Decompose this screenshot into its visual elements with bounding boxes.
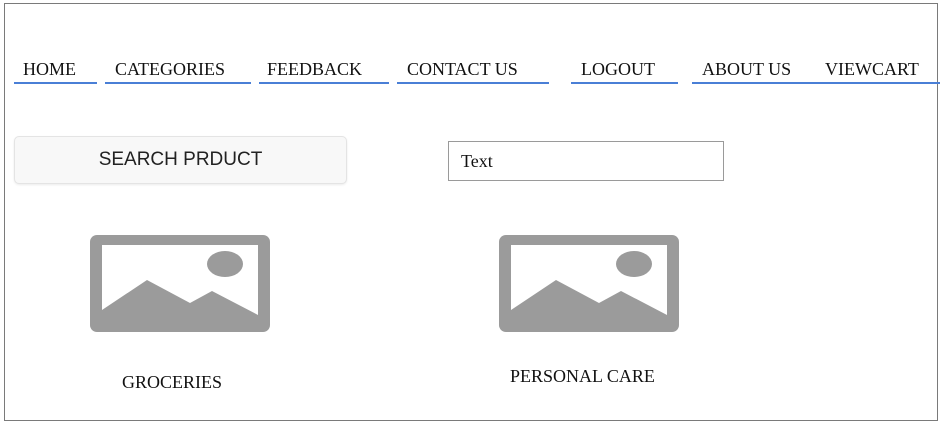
nav-label: VIEWCART (825, 59, 919, 79)
nav-feedback[interactable]: FEEDBACK (259, 56, 389, 84)
category-label-groceries[interactable]: GROCERIES (122, 372, 222, 393)
search-input[interactable]: Text (448, 141, 724, 181)
nav-categories[interactable]: CATEGORIES (105, 56, 251, 84)
image-placeholder-icon[interactable] (90, 235, 270, 332)
nav-home[interactable]: HOME (14, 56, 97, 84)
nav-label: CONTACT US (407, 59, 518, 79)
nav-contact-us[interactable]: CONTACT US (397, 56, 549, 84)
nav-label: LOGOUT (581, 59, 655, 79)
nav-about-us[interactable]: ABOUT US (692, 56, 817, 84)
nav-viewcart[interactable]: VIEWCART (817, 56, 940, 84)
nav-label: CATEGORIES (115, 59, 226, 79)
image-placeholder-graphic (499, 235, 679, 332)
nav-label: FEEDBACK (267, 59, 363, 79)
search-product-button[interactable]: SEARCH PRDUCT (14, 136, 347, 184)
image-placeholder-graphic (90, 235, 270, 332)
image-placeholder-icon[interactable] (499, 235, 679, 332)
category-label-personal-care[interactable]: PERSONAL CARE (510, 366, 655, 387)
nav-logout[interactable]: LOGOUT (571, 56, 678, 84)
nav-label: ABOUT US (702, 59, 792, 79)
nav-label: HOME (23, 59, 76, 79)
